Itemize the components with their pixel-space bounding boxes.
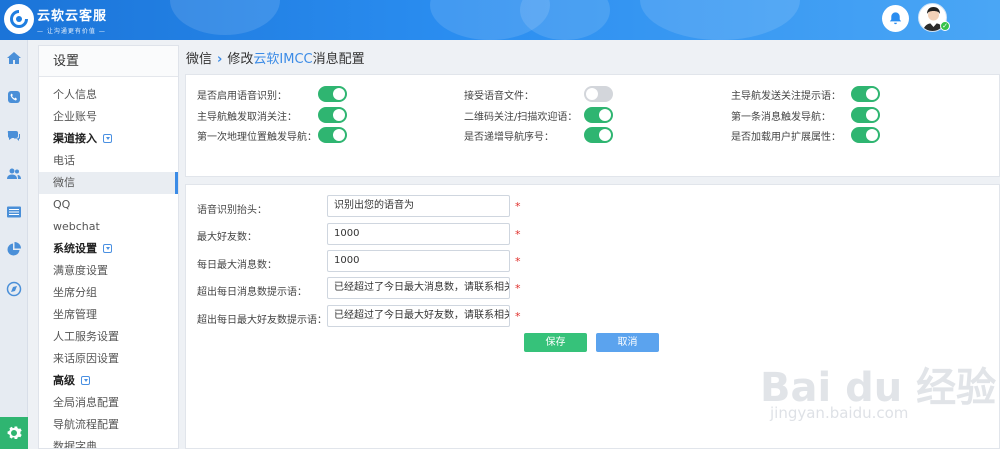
- required-mark: *: [515, 255, 521, 268]
- required-mark: *: [515, 200, 521, 213]
- menu-section-system[interactable]: 系统设置: [39, 238, 178, 260]
- top-header: 云软云客服 — 让沟通更有价值 — ✓: [0, 0, 1000, 40]
- chevron-down-icon: [81, 375, 90, 385]
- toggle-label: 主导航发送关注提示语：: [731, 91, 841, 102]
- toggle-increment-nav-number[interactable]: [584, 127, 613, 143]
- required-mark: *: [515, 310, 521, 323]
- chat-icon[interactable]: [0, 124, 28, 148]
- menu-section-label: 系统设置: [53, 242, 97, 255]
- toggle-label: 是否加载用户扩展属性：: [731, 132, 841, 143]
- toggle-first-message-nav[interactable]: [851, 107, 880, 123]
- toggle-label: 二维码关注/扫描欢迎语：: [464, 112, 578, 123]
- toggle-label: 是否递增导航序号：: [464, 132, 554, 143]
- menu-item-personal-info[interactable]: 个人信息: [39, 84, 178, 106]
- toggle-label: 第一次地理位置触发导航：: [197, 132, 317, 143]
- chevron-down-icon: [103, 243, 112, 253]
- daily-friend-limit-prompt-input[interactable]: 已经超过了今日最大好友数，请联系相关: [327, 305, 510, 327]
- field-label: 超出每日消息数提示语：: [197, 287, 307, 298]
- menu-item-navigation-flow[interactable]: 导航流程配置: [39, 414, 178, 436]
- report-icon[interactable]: [0, 200, 28, 224]
- menu-item-satisfaction[interactable]: 满意度设置: [39, 260, 178, 282]
- breadcrumb-separator-icon: ›: [217, 52, 223, 67]
- compass-icon[interactable]: [0, 277, 28, 301]
- toggle-follow-prompt[interactable]: [851, 86, 880, 102]
- menu-item-call-reason[interactable]: 来话原因设置: [39, 348, 178, 370]
- pie-chart-icon[interactable]: [0, 237, 28, 261]
- toggle-label: 第一条消息触发导航：: [731, 112, 831, 123]
- menu-item-qq[interactable]: QQ: [39, 194, 178, 216]
- icon-rail: [0, 40, 28, 449]
- toggle-voice-recognition[interactable]: [318, 86, 347, 102]
- settings-gear-icon[interactable]: [0, 417, 28, 449]
- menu-item-agent-manage[interactable]: 坐席管理: [39, 304, 178, 326]
- breadcrumb-parent[interactable]: 微信: [186, 52, 212, 67]
- breadcrumb-prefix: 修改: [227, 52, 254, 67]
- phone-icon[interactable]: [0, 85, 28, 109]
- menu-title: 设置: [39, 46, 178, 77]
- toggle-label: 主导航触发取消关注：: [197, 112, 297, 123]
- watermark-url: jingyan.baidu.com: [770, 404, 909, 422]
- users-icon[interactable]: [0, 162, 28, 186]
- menu-item-agent-group[interactable]: 坐席分组: [39, 282, 178, 304]
- breadcrumb: 微信 › 修改云软IMCC消息配置: [186, 46, 365, 74]
- brand-slogan: — 让沟通更有价值 —: [37, 28, 106, 35]
- required-mark: *: [515, 228, 521, 241]
- toggle-first-location-nav[interactable]: [318, 127, 347, 143]
- toggle-label: 接受语音文件：: [464, 91, 534, 102]
- menu-item-manual-service[interactable]: 人工服务设置: [39, 326, 178, 348]
- breadcrumb-suffix: 消息配置: [312, 52, 365, 67]
- chevron-down-icon: [103, 133, 112, 143]
- field-label: 每日最大消息数：: [197, 260, 277, 271]
- menu-item-webchat[interactable]: webchat: [39, 216, 178, 238]
- field-label: 超出每日最大好友数提示语：: [197, 315, 327, 326]
- brand-logo-icon: [4, 4, 34, 34]
- save-button[interactable]: 保存: [524, 333, 587, 352]
- menu-item-global-message[interactable]: 全局消息配置: [39, 392, 178, 414]
- menu-item-phone[interactable]: 电话: [39, 150, 178, 172]
- toggle-unfollow-trigger[interactable]: [318, 107, 347, 123]
- menu-item-data-dictionary[interactable]: 数据字典: [39, 436, 178, 448]
- field-label: 语音识别抬头：: [197, 205, 267, 216]
- menu-item-enterprise-account[interactable]: 企业账号: [39, 106, 178, 128]
- online-status-icon: ✓: [940, 21, 950, 31]
- daily-max-messages-input[interactable]: 1000: [327, 250, 510, 272]
- toggle-settings-panel: 是否启用语音识别： 接受语音文件： 主导航发送关注提示语： 主导航触发取消关注：…: [185, 74, 1000, 177]
- voice-header-input[interactable]: 识别出您的语音为: [327, 195, 510, 217]
- cancel-button[interactable]: 取消: [596, 333, 659, 352]
- breadcrumb-highlight: 云软IMCC: [253, 52, 313, 67]
- menu-section-advanced[interactable]: 高级: [39, 370, 178, 392]
- settings-menu: 设置 个人信息 企业账号 渠道接入 电话 微信 QQ webchat 系统设置 …: [38, 45, 179, 449]
- menu-section-channel[interactable]: 渠道接入: [39, 128, 178, 150]
- home-icon[interactable]: [0, 46, 28, 70]
- field-label: 最大好友数：: [197, 232, 257, 243]
- toggle-label: 是否启用语音识别：: [197, 91, 287, 102]
- menu-item-wechat[interactable]: 微信: [39, 172, 178, 194]
- menu-section-label: 渠道接入: [53, 132, 97, 145]
- required-mark: *: [515, 282, 521, 295]
- notification-bell-icon[interactable]: [882, 5, 909, 32]
- menu-section-label: 高级: [53, 374, 75, 387]
- toggle-load-user-attributes[interactable]: [851, 127, 880, 143]
- brand-name: 云软云客服: [37, 9, 108, 24]
- toggle-accept-voice-file[interactable]: [584, 86, 613, 102]
- max-friends-input[interactable]: 1000: [327, 223, 510, 245]
- brand: 云软云客服 — 让沟通更有价值 —: [37, 5, 107, 35]
- daily-message-limit-prompt-input[interactable]: 已经超过了今日最大消息数，请联系相关: [327, 277, 510, 299]
- toggle-qrcode-welcome[interactable]: [584, 107, 613, 123]
